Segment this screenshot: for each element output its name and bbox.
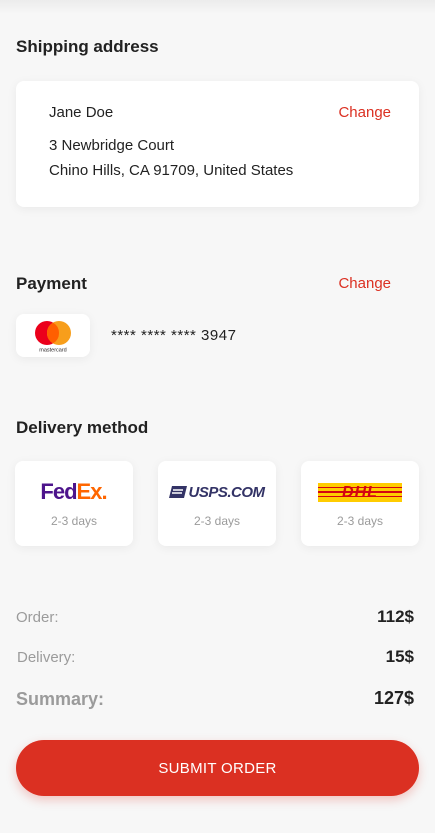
change-address-link[interactable]: Change	[338, 104, 391, 121]
summary-value: 127$	[373, 688, 414, 708]
usps-logo-text: USPS.COM	[188, 483, 265, 501]
fedex-logo-fed: Fed	[40, 479, 77, 504]
header-shadow	[0, 0, 435, 14]
dhl-logo-badge: DHL	[318, 482, 402, 502]
usps-eagle-icon	[169, 486, 188, 498]
order-value: 112$	[377, 607, 414, 626]
order-label: Order:	[16, 609, 59, 626]
delivery-days-fedex: 2-3 days	[50, 514, 98, 528]
delivery-days-usps: 2-3 days	[193, 514, 241, 528]
delivery-days-dhl: 2-3 days	[336, 514, 384, 528]
payment-card-logo: mastercard	[16, 314, 90, 357]
submit-order-button[interactable]: SUBMIT ORDER	[16, 740, 419, 796]
fedex-logo-dot: .	[101, 479, 108, 504]
fedex-logo-ex: Ex	[76, 479, 103, 504]
fedex-logo: Fed Ex.	[15, 479, 133, 505]
shipping-address-card: Jane Doe Change 3 Newbridge Court Chino …	[16, 81, 419, 207]
address-line-1: 3 Newbridge Court	[49, 137, 175, 154]
delivery-label: Delivery:	[17, 649, 76, 666]
checkout-screen: Shipping address Jane Doe Change 3 Newbr…	[0, 0, 435, 833]
shipping-address-title: Shipping address	[16, 37, 159, 56]
address-line-2: Chino Hills, CA 91709, United States	[49, 162, 294, 179]
dhl-logo: DHL	[301, 479, 419, 505]
mastercard-icon: mastercard	[35, 321, 71, 354]
recipient-name: Jane Doe	[49, 104, 114, 121]
delivery-value: 15$	[385, 647, 414, 666]
dhl-logo-text: DHL	[342, 483, 378, 501]
change-payment-link[interactable]: Change	[338, 275, 391, 292]
summary-label: Summary:	[16, 689, 105, 709]
delivery-option-usps[interactable]: USPS.COM 2-3 days	[158, 461, 276, 546]
payment-title: Payment	[16, 274, 87, 293]
mastercard-wordmark: mastercard	[39, 348, 67, 354]
delivery-method-title: Delivery method	[16, 418, 149, 437]
delivery-option-dhl[interactable]: DHL 2-3 days	[301, 461, 419, 546]
masked-card-number: **** **** **** 3947	[111, 327, 237, 344]
delivery-option-fedex[interactable]: Fed Ex. 2-3 days	[15, 461, 133, 546]
usps-logo: USPS.COM	[158, 479, 276, 505]
